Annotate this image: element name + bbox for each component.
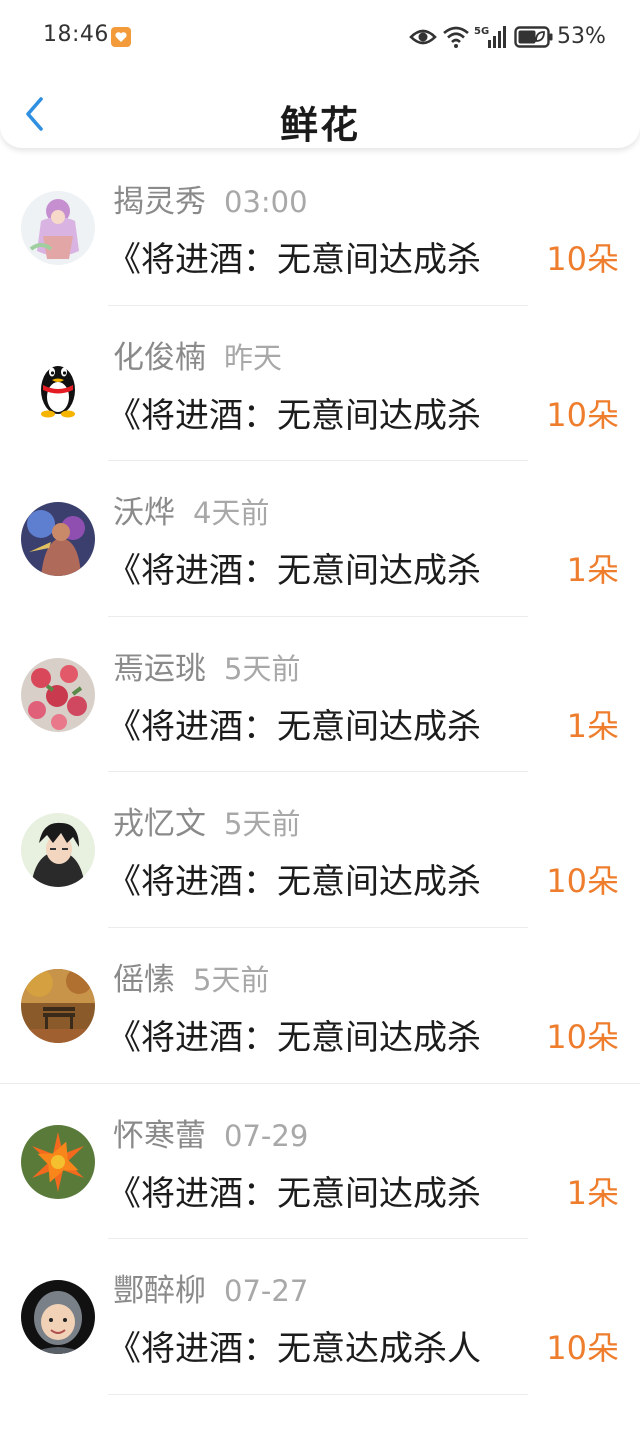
- message-text: 《将进酒：无意间达成杀: [107, 395, 481, 436]
- sender-name: 戎忆文 5天前: [113, 798, 300, 843]
- app-notification-icon: [111, 27, 131, 47]
- list-item[interactable]: 化俊楠 昨天 《将进酒：无意间达成杀 10朵: [0, 306, 640, 462]
- avatar[interactable]: [21, 1280, 95, 1355]
- avatar[interactable]: [21, 813, 95, 888]
- message-text: 《将进酒：无意达成杀人: [107, 1329, 481, 1370]
- avatar[interactable]: [21, 1124, 95, 1199]
- message-text: 《将进酒：无意间达成杀: [107, 1173, 481, 1214]
- sender-name: 沃烨 4天前: [113, 487, 269, 532]
- 5g-signal-icon: 5G: [474, 26, 506, 48]
- flower-count: 10朵: [546, 1329, 619, 1368]
- flower-count: 10朵: [546, 1017, 619, 1056]
- flower-count: 1朵: [566, 706, 619, 745]
- message-text: 《将进酒：无意间达成杀: [107, 240, 481, 280]
- status-time: 18:46: [43, 22, 109, 47]
- list-item[interactable]: 酆醉柳 07-27 《将进酒：无意达成杀人 10朵: [0, 1239, 640, 1395]
- svg-text:5G: 5G: [474, 26, 489, 37]
- top-bar: 18:46 5G 53% 鲜花: [0, 0, 640, 148]
- list-item[interactable]: 揭灵秀 03:00 《将进酒：无意间达成杀 10朵: [0, 150, 640, 306]
- flower-count: 10朵: [546, 395, 619, 434]
- sender-name-text: 戎忆文: [113, 806, 206, 843]
- sender-name-text: 傜愫: [113, 961, 175, 998]
- sender-name: 揭灵秀 03:00: [113, 176, 308, 221]
- wifi-icon: [443, 26, 469, 48]
- page-title: 鲜花: [279, 103, 360, 147]
- list-item[interactable]: 怀寒蕾 07-29 《将进酒：无意间达成杀 1朵: [0, 1084, 640, 1240]
- avatar[interactable]: [21, 502, 95, 577]
- avatar[interactable]: [21, 968, 95, 1043]
- avatar[interactable]: [21, 191, 95, 265]
- flower-count: 10朵: [546, 240, 619, 278]
- sender-name-text: 沃烨: [113, 495, 175, 532]
- list-item[interactable]: 沃烨 4天前 《将进酒：无意间达成杀 1朵: [0, 461, 640, 617]
- status-bar: 18:46 5G 53%: [0, 0, 640, 72]
- send-time: 5天前: [224, 807, 301, 842]
- send-time: 昨天: [224, 340, 283, 375]
- sender-name-text: 酆醉柳: [113, 1273, 206, 1310]
- sender-name: 怀寒蕾 07-29: [113, 1110, 308, 1155]
- sender-name-text: 焉运珧: [113, 650, 206, 687]
- sender-name: 傜愫 5天前: [113, 954, 269, 999]
- list-item[interactable]: 傜愫 5天前 《将进酒：无意间达成杀 10朵: [0, 928, 640, 1084]
- send-time: 5天前: [193, 962, 270, 997]
- send-time: 5天前: [224, 651, 301, 686]
- sender-name-text: 怀寒蕾: [113, 1117, 206, 1154]
- flower-record-list: 揭灵秀 03:00 《将进酒：无意间达成杀 10朵 化俊楠 昨天 《将进酒：无意间达…: [0, 150, 640, 1395]
- divider: [108, 1393, 528, 1395]
- message-text: 《将进酒：无意间达成杀: [107, 1017, 481, 1058]
- list-item[interactable]: 焉运珧 5天前 《将进酒：无意间达成杀 1朵: [0, 617, 640, 773]
- message-text: 《将进酒：无意间达成杀: [107, 862, 481, 903]
- avatar[interactable]: [21, 346, 95, 421]
- flower-count: 10朵: [546, 862, 619, 901]
- sender-name: 化俊楠 昨天: [113, 332, 282, 377]
- sender-name: 酆醉柳 07-27: [113, 1265, 308, 1310]
- flower-count: 1朵: [566, 551, 619, 590]
- list-item[interactable]: 戎忆文 5天前 《将进酒：无意间达成杀 10朵: [0, 772, 640, 928]
- sender-name: 焉运珧 5天前: [113, 643, 300, 688]
- sender-name-text: 化俊楠: [113, 339, 206, 376]
- send-time: 4天前: [193, 496, 270, 531]
- flower-count: 1朵: [566, 1173, 619, 1212]
- send-time: 07-27: [224, 1274, 309, 1309]
- send-time: 07-29: [224, 1118, 309, 1153]
- battery-percentage: 53%: [557, 24, 606, 49]
- message-text: 《将进酒：无意间达成杀: [107, 551, 481, 592]
- send-time: 03:00: [224, 185, 308, 219]
- eye-icon: [409, 29, 437, 45]
- battery-icon: [514, 26, 553, 48]
- sender-name-text: 揭灵秀: [113, 184, 206, 220]
- avatar[interactable]: [21, 657, 95, 732]
- message-text: 《将进酒：无意间达成杀: [107, 706, 481, 747]
